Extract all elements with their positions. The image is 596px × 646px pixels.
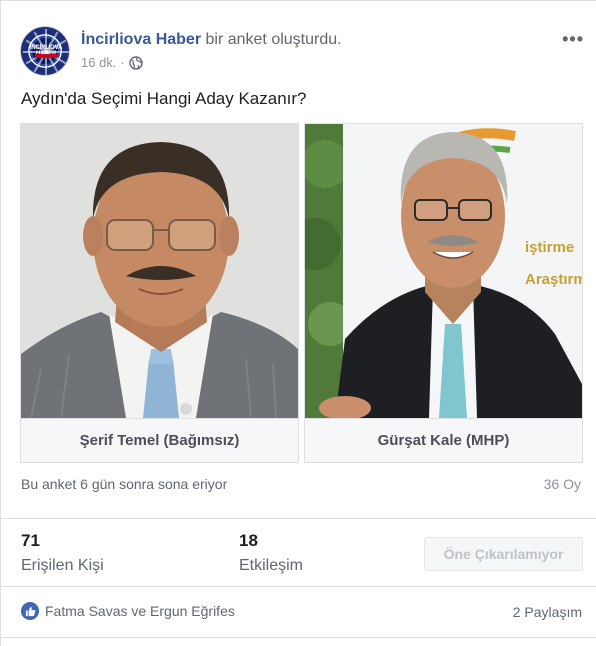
poll-end-notice: Bu anket 6 gün sonra sona eriyor [21, 476, 228, 492]
reactors-text[interactable]: Fatma Savas ve Ergun Eğrifes [45, 603, 235, 619]
post-action-text: bir anket oluşturdu. [205, 31, 342, 48]
page-avatar[interactable]: İNCİRLİOVA HABER [20, 26, 70, 76]
reach-label: Erişilen Kişi [21, 557, 104, 574]
boost-button[interactable]: Öne Çıkarılamıyor [424, 537, 583, 571]
avatar-logo-stripe [35, 54, 57, 58]
svg-text:iştirme: iştirme [525, 239, 574, 256]
candidate-photo-2: GIDA iştirme Araştırm [305, 124, 582, 418]
share-count[interactable]: 2 Paylaşım [513, 604, 582, 620]
divider [1, 637, 596, 638]
post-meta: 16 dk. · [81, 55, 143, 70]
engagement-stat: 18 Etkileşim [239, 531, 303, 575]
reactions-summary[interactable]: Fatma Savas ve Ergun Eğrifes [21, 602, 235, 620]
more-options-icon[interactable]: ••• [562, 29, 584, 50]
post-header: İncirliova Haber bir anket oluşturdu. [81, 30, 342, 50]
author-link[interactable]: İncirliova Haber [81, 31, 201, 48]
svg-text:Araştırm: Araştırm [525, 271, 582, 288]
engagement-value: 18 [239, 531, 258, 550]
post-card: İNCİRLİOVA HABER İncirliova Haber bir an… [0, 0, 596, 646]
reach-stat: 71 Erişilen Kişi [21, 531, 104, 575]
poll-option-label[interactable]: Şerif Temel (Bağımsız) [21, 418, 298, 462]
poll-option-label[interactable]: Gürşat Kale (MHP) [305, 418, 582, 462]
poll-option-2[interactable]: GIDA iştirme Araştırm Gür [304, 123, 583, 463]
poll-option-1[interactable]: Şerif Temel (Bağımsız) [20, 123, 299, 463]
like-icon [21, 602, 39, 620]
divider [1, 586, 596, 587]
poll-question: Aydın'da Seçimi Hangi Aday Kazanır? [21, 89, 307, 108]
reach-value: 71 [21, 531, 40, 550]
divider [1, 518, 596, 519]
meta-separator: · [120, 55, 125, 70]
candidate-photo-1 [21, 124, 298, 418]
post-timestamp[interactable]: 16 dk. [81, 55, 116, 70]
vote-count[interactable]: 36 Oy [544, 476, 581, 492]
globe-icon[interactable] [129, 55, 143, 70]
engagement-label: Etkileşim [239, 557, 304, 574]
